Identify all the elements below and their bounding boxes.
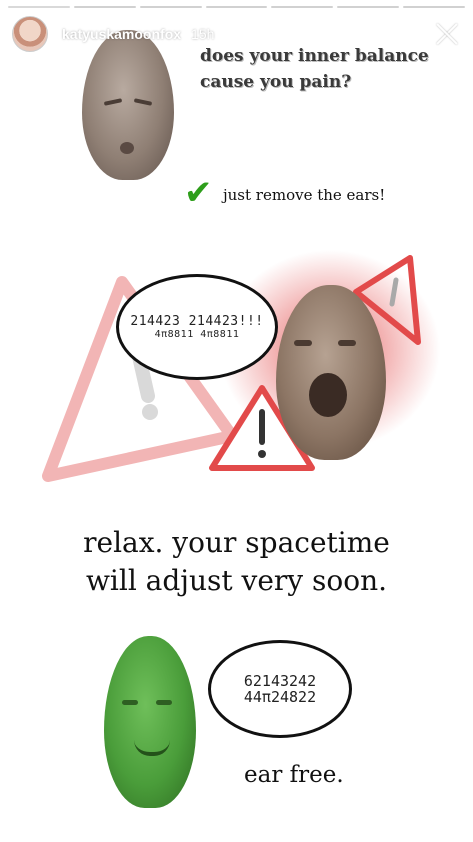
caption-relax-line2: will adjust very soon. [85, 564, 388, 597]
story-header: katyuskamoonfox 15h [12, 14, 461, 54]
story-viewer[interactable]: katyuskamoonfox 15h does your inner bala… [0, 0, 473, 842]
progress-segment [403, 6, 466, 8]
story-progress-bar [8, 6, 466, 8]
progress-segment [271, 6, 334, 8]
progress-segment [205, 6, 268, 8]
screaming-head-image [276, 285, 386, 460]
progress-segment [8, 6, 70, 8]
close-icon[interactable] [433, 20, 461, 48]
caption-question-line2: cause you pain? [200, 72, 352, 92]
green-smiling-head-image [104, 636, 196, 808]
bubble1-text: 214423 214423!!! [130, 314, 264, 329]
speech-bubble-2: 62143242 44π24822 [208, 640, 352, 738]
progress-segment [337, 6, 400, 8]
username[interactable]: katyuskamoonfox [62, 26, 181, 42]
caption-ear-free: ear free. [244, 762, 344, 788]
bubble2-text: 62143242 44π24822 [243, 672, 317, 706]
progress-segment [73, 6, 136, 8]
bubble1-subtext: 4π8811 4π8811 [154, 329, 240, 340]
check-icon: ✔ [184, 174, 213, 212]
caption-relax: relax. your spacetime will adjust very s… [0, 524, 473, 600]
caption-remove-ears: just remove the ears! [223, 186, 386, 204]
progress-segment [139, 6, 202, 8]
time-ago: 15h [191, 26, 215, 42]
speech-bubble-1: 214423 214423!!! 4π8811 4π8811 [116, 274, 278, 380]
avatar[interactable] [12, 16, 48, 52]
caption-relax-line1: relax. your spacetime [83, 526, 390, 559]
